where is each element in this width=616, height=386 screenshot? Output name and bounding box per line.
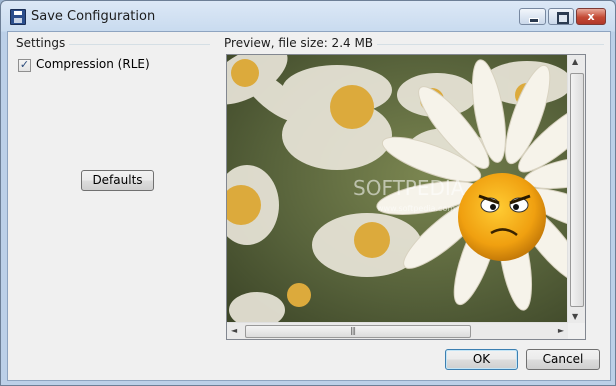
ok-button[interactable]: OK xyxy=(445,349,518,370)
floppy-disk-icon xyxy=(10,9,26,25)
close-button[interactable]: x xyxy=(576,8,606,25)
checkmark-icon: ✓ xyxy=(19,58,30,71)
minimize-button[interactable] xyxy=(519,8,546,25)
save-configuration-window: Save Configuration x Settings ✓ Compress… xyxy=(0,0,616,386)
minimize-icon xyxy=(529,18,539,23)
close-icon: x xyxy=(587,10,595,23)
title-bar[interactable]: Save Configuration x xyxy=(1,1,615,31)
scroll-grip-icon: ||| xyxy=(350,326,356,335)
vertical-scrollbar[interactable]: ▲ ▼ xyxy=(567,55,585,323)
maximize-icon xyxy=(557,12,569,24)
svg-text:www.softpedia.com: www.softpedia.com xyxy=(377,204,455,213)
preview-pane[interactable]: SOFTPEDIA www.softpedia.com ▲ ▼ ◄ ||| ► xyxy=(226,54,586,340)
compression-checkbox[interactable]: ✓ xyxy=(18,58,31,72)
cancel-button[interactable]: Cancel xyxy=(526,349,600,370)
preview-image: SOFTPEDIA www.softpedia.com xyxy=(227,55,585,323)
defaults-button[interactable]: Defaults xyxy=(81,170,154,191)
preview-label: Preview, file size: 2.4 MB xyxy=(224,36,378,50)
compression-label[interactable]: Compression (RLE) xyxy=(36,57,150,71)
dialog-client-area: Settings ✓ Compression (RLE) Defaults Pr… xyxy=(7,31,611,381)
maximize-button[interactable] xyxy=(548,8,574,25)
preview-separator xyxy=(348,44,604,45)
scroll-down-icon[interactable]: ▼ xyxy=(572,312,578,321)
horizontal-scroll-thumb[interactable]: ||| xyxy=(245,325,471,338)
scrollbar-corner xyxy=(568,323,585,339)
scroll-left-icon[interactable]: ◄ xyxy=(231,326,237,335)
settings-group-label: Settings xyxy=(16,36,70,50)
settings-separator xyxy=(68,44,210,45)
svg-text:SOFTPEDIA: SOFTPEDIA xyxy=(353,176,465,200)
horizontal-scrollbar[interactable]: ◄ ||| ► xyxy=(227,322,568,339)
window-title: Save Configuration xyxy=(31,9,156,24)
scroll-up-icon[interactable]: ▲ xyxy=(572,57,578,66)
scroll-right-icon[interactable]: ► xyxy=(558,326,564,335)
vertical-scroll-thumb[interactable] xyxy=(570,73,584,307)
